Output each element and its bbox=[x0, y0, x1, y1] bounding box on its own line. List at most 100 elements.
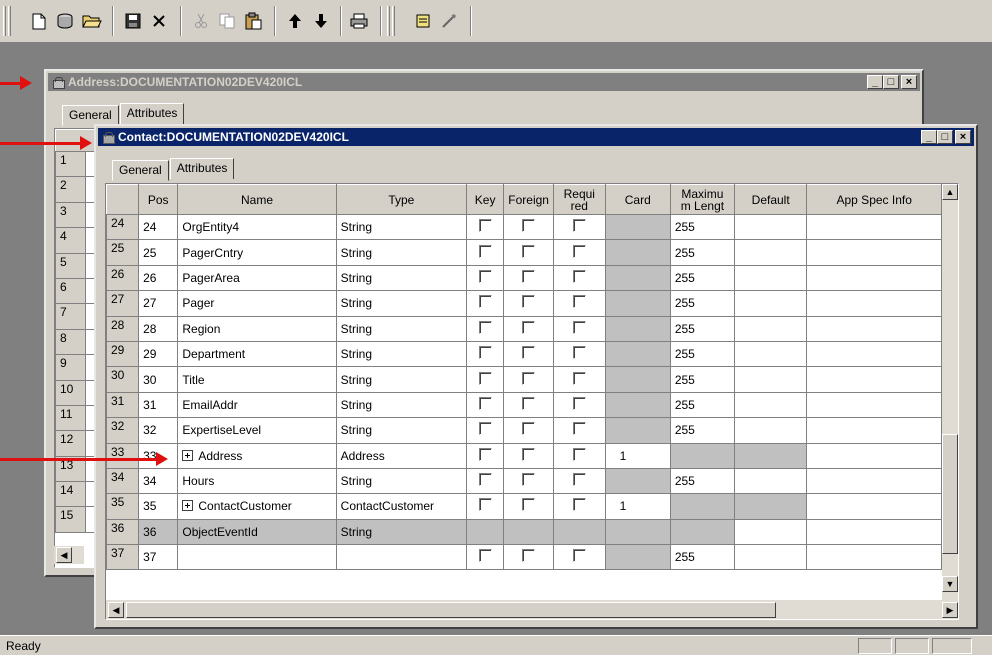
cut-icon[interactable] bbox=[188, 8, 214, 34]
row-number[interactable]: 10 bbox=[55, 379, 86, 406]
card-cell[interactable] bbox=[604, 391, 671, 419]
required-checkbox[interactable] bbox=[572, 219, 586, 233]
max-length-cell[interactable]: 255 bbox=[669, 417, 735, 444]
foreign-cell[interactable] bbox=[503, 290, 554, 317]
key-cell[interactable] bbox=[466, 366, 505, 393]
maximize-button[interactable]: □ bbox=[937, 130, 953, 144]
required-checkbox[interactable] bbox=[572, 447, 586, 461]
foreign-checkbox[interactable] bbox=[522, 473, 536, 487]
required-cell[interactable] bbox=[552, 493, 606, 520]
type-cell[interactable]: String bbox=[335, 264, 468, 292]
row-number[interactable]: 11 bbox=[55, 404, 86, 432]
app-spec-info-cell[interactable] bbox=[806, 315, 942, 342]
row-number[interactable]: 28 bbox=[106, 315, 140, 342]
app-spec-info-cell[interactable] bbox=[806, 213, 942, 241]
col-pos-header[interactable]: Pos bbox=[138, 184, 179, 215]
toolbar-grip[interactable] bbox=[8, 6, 11, 36]
foreign-checkbox[interactable] bbox=[522, 447, 536, 461]
required-cell[interactable] bbox=[552, 417, 606, 444]
scroll-down-button[interactable]: ▼ bbox=[942, 576, 958, 592]
default-cell[interactable] bbox=[733, 315, 808, 342]
row-number[interactable]: 32 bbox=[106, 417, 140, 444]
row-number[interactable]: 9 bbox=[55, 354, 86, 381]
name-cell[interactable]: Pager bbox=[177, 290, 337, 317]
foreign-checkbox[interactable] bbox=[522, 320, 536, 334]
row-number[interactable]: 35 bbox=[106, 493, 140, 520]
foreign-checkbox[interactable] bbox=[522, 422, 536, 436]
row-number[interactable]: 34 bbox=[106, 467, 140, 495]
foreign-checkbox[interactable] bbox=[522, 244, 536, 258]
required-cell[interactable] bbox=[552, 442, 606, 469]
col-default-header[interactable]: Default bbox=[733, 184, 808, 215]
row-number[interactable]: 27 bbox=[106, 290, 140, 317]
contact-window[interactable]: Contact:DOCUMENTATION02DEV420ICL _ □ × G… bbox=[94, 124, 978, 629]
required-checkbox[interactable] bbox=[572, 346, 586, 360]
key-checkbox[interactable] bbox=[478, 371, 492, 385]
table-row[interactable]: 32 32 ExpertiseLevel String 255 bbox=[106, 417, 942, 444]
type-cell[interactable]: String bbox=[335, 467, 468, 495]
foreign-checkbox[interactable] bbox=[522, 295, 536, 309]
required-cell[interactable] bbox=[552, 340, 606, 368]
key-checkbox[interactable] bbox=[478, 269, 492, 283]
expand-icon[interactable] bbox=[182, 500, 194, 512]
max-length-cell[interactable]: 255 bbox=[669, 213, 735, 241]
pos-cell[interactable]: 24 bbox=[138, 213, 179, 241]
max-length-cell[interactable]: 255 bbox=[669, 290, 735, 317]
pos-cell[interactable]: 34 bbox=[138, 467, 179, 495]
row-number[interactable]: 12 bbox=[55, 430, 86, 457]
required-checkbox[interactable] bbox=[572, 473, 586, 487]
required-cell[interactable] bbox=[552, 544, 606, 571]
open-db-icon[interactable] bbox=[52, 8, 78, 34]
table-row[interactable]: 31 31 EmailAddr String 255 bbox=[106, 391, 942, 419]
card-cell[interactable] bbox=[604, 213, 671, 241]
default-cell[interactable] bbox=[733, 518, 808, 546]
table-row[interactable]: 29 29 Department String 255 bbox=[106, 340, 942, 368]
key-checkbox[interactable] bbox=[478, 346, 492, 360]
name-cell[interactable]: PagerArea bbox=[177, 264, 337, 292]
vertical-scrollbar[interactable]: ▲ ▼ bbox=[942, 184, 958, 600]
max-length-cell[interactable]: 255 bbox=[669, 366, 735, 393]
required-cell[interactable] bbox=[552, 290, 606, 317]
type-cell[interactable]: String bbox=[335, 366, 468, 393]
key-checkbox[interactable] bbox=[478, 295, 492, 309]
foreign-cell[interactable] bbox=[503, 493, 554, 520]
name-cell[interactable]: ExpertiseLevel bbox=[177, 417, 337, 444]
card-cell[interactable] bbox=[604, 467, 671, 495]
row-number[interactable]: 31 bbox=[106, 391, 140, 419]
key-cell[interactable] bbox=[466, 442, 505, 469]
foreign-cell[interactable] bbox=[503, 264, 554, 292]
key-cell[interactable] bbox=[466, 290, 505, 317]
close-button[interactable]: × bbox=[901, 75, 917, 89]
type-cell[interactable] bbox=[335, 544, 468, 571]
card-cell[interactable] bbox=[604, 417, 671, 444]
type-cell[interactable]: String bbox=[335, 417, 468, 444]
required-cell[interactable] bbox=[552, 239, 606, 266]
key-checkbox[interactable] bbox=[478, 320, 492, 334]
foreign-checkbox[interactable] bbox=[522, 219, 536, 233]
card-cell[interactable] bbox=[604, 340, 671, 368]
key-checkbox[interactable] bbox=[478, 396, 492, 410]
name-cell[interactable]: OrgEntity4 bbox=[177, 213, 337, 241]
app-spec-info-cell[interactable] bbox=[806, 264, 942, 292]
default-cell[interactable] bbox=[733, 544, 808, 571]
pos-cell[interactable]: 30 bbox=[138, 366, 179, 393]
app-spec-info-cell[interactable] bbox=[806, 442, 942, 469]
move-down-icon[interactable] bbox=[308, 8, 334, 34]
card-cell[interactable]: 1 bbox=[604, 493, 671, 520]
default-cell[interactable] bbox=[733, 417, 808, 444]
pos-cell[interactable]: 29 bbox=[138, 340, 179, 368]
maximize-button[interactable]: □ bbox=[883, 75, 899, 89]
key-checkbox[interactable] bbox=[478, 244, 492, 258]
col-card-header[interactable]: Card bbox=[604, 184, 671, 215]
row-number[interactable]: 26 bbox=[106, 264, 140, 292]
max-length-cell[interactable]: 255 bbox=[669, 391, 735, 419]
key-cell[interactable] bbox=[466, 340, 505, 368]
default-cell[interactable] bbox=[733, 366, 808, 393]
name-cell[interactable] bbox=[177, 544, 337, 571]
default-cell[interactable] bbox=[733, 467, 808, 495]
max-length-cell[interactable]: 255 bbox=[669, 239, 735, 266]
card-cell[interactable] bbox=[604, 518, 671, 546]
key-checkbox[interactable] bbox=[478, 422, 492, 436]
default-cell[interactable] bbox=[733, 391, 808, 419]
key-cell[interactable] bbox=[466, 518, 505, 546]
